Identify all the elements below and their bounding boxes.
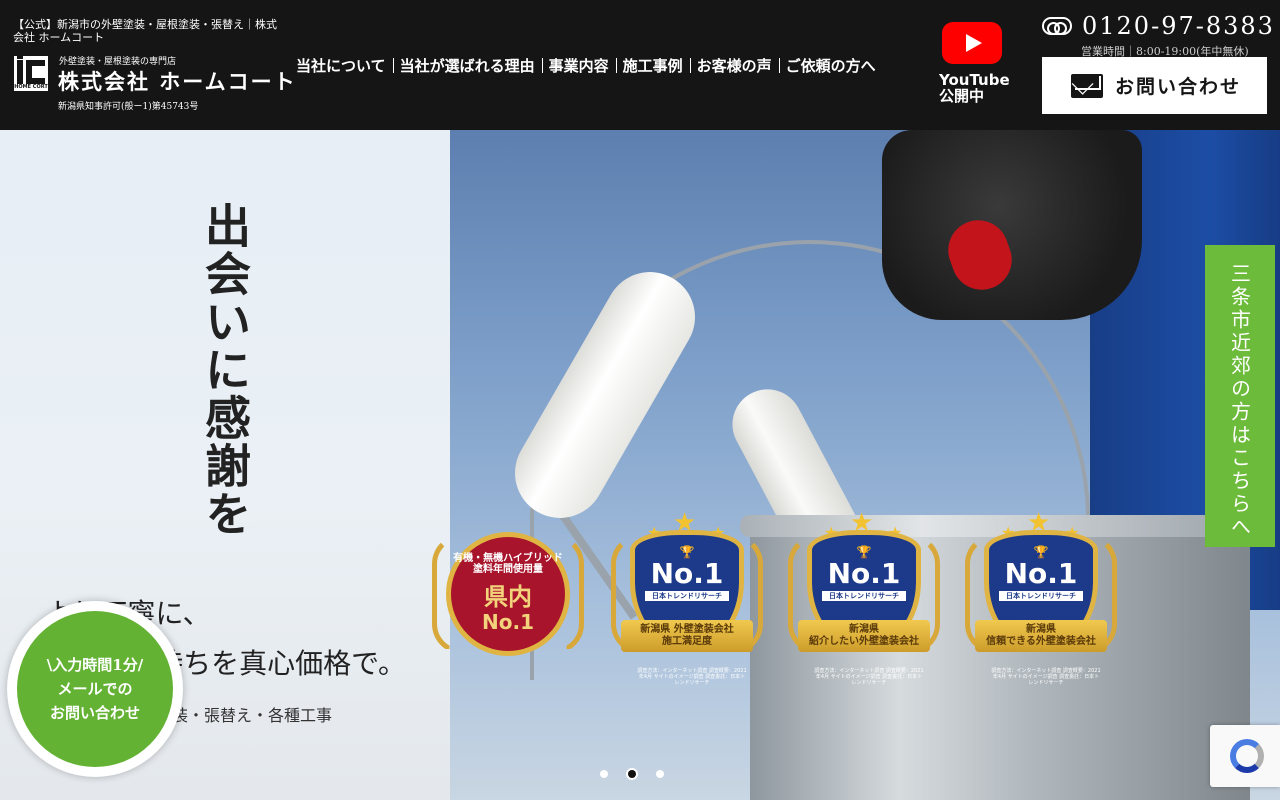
- award-badge-trust: ★ ★ ★ 🏆 No.1 日本トレンドリサーチ 新潟県 信頼できる外壁塗装会社 …: [961, 510, 1121, 686]
- site-header: 【公式】新潟市の外壁塗装・屋根塗装・張替え｜株式会社 ホームコート HOME C…: [0, 0, 1280, 130]
- cta-line-2: メールでの: [57, 680, 133, 698]
- badge-survey-note: 調査方法：インターネット調査 調査概要：2021年4月 サイトのイメージ調査 調…: [637, 668, 747, 686]
- hero-catchphrase: 出会いに感謝を: [198, 202, 252, 538]
- phone-number[interactable]: 0120-97-8383: [1082, 12, 1275, 40]
- company-name[interactable]: 株式会社 ホームコート: [58, 66, 297, 96]
- hero-slider: 出会いに感謝を より丁寧に、 そして気持ちを真心価格で。 外壁塗装・屋根塗装・張…: [0, 130, 1280, 800]
- badge-survey-note: 調査方法：インターネット調査 調査概要：2021年4月 サイトのイメージ調査 調…: [991, 668, 1101, 686]
- nav-works[interactable]: 施工事例: [615, 55, 690, 76]
- badge-emblem: 有機・無機ハイブリッド 塗料年間使用量 県内 No.1: [446, 532, 570, 656]
- sanjo-area-tab[interactable]: 三条市近郊の方はこちらへ: [1205, 245, 1275, 547]
- phone-number-block[interactable]: 0120-97-8383: [1042, 12, 1275, 40]
- company-logo-icon[interactable]: HOME CORT: [14, 56, 48, 91]
- badge-ribbon: 新潟県 信頼できる外壁塗装会社: [975, 620, 1107, 652]
- free-dial-icon: [1042, 17, 1072, 35]
- award-badge-usage: 有機・無機ハイブリッド 塗料年間使用量 県内 No.1: [428, 510, 588, 680]
- badge-ribbon: 新潟県 外壁塗装会社 施工満足度: [621, 620, 753, 652]
- mail-contact-cta[interactable]: \入力時間1分/ メールでの お問い合わせ: [7, 601, 183, 777]
- youtube-icon: [942, 22, 1002, 64]
- mail-icon: [1071, 73, 1103, 98]
- slider-pagination: [600, 770, 664, 778]
- nav-voices[interactable]: お客様の声: [689, 55, 779, 76]
- site-tagline: 【公式】新潟市の外壁塗装・屋根塗装・張替え｜株式会社 ホームコート: [13, 18, 277, 44]
- badge-survey-note: 調査方法：インターネット調査 調査概要：2021年4月 サイトのイメージ調査 調…: [814, 668, 924, 686]
- slide-dot-2[interactable]: [628, 770, 636, 778]
- slide-dot-3[interactable]: [656, 770, 664, 778]
- contact-button-label: お問い合わせ: [1115, 76, 1242, 98]
- recaptcha-icon: [1230, 739, 1264, 773]
- cta-line-3: お問い合わせ: [49, 704, 140, 722]
- badge-ribbon: 新潟県 紹介したい外壁塗装会社: [798, 620, 930, 652]
- nav-services[interactable]: 事業内容: [541, 55, 616, 76]
- slide-dot-1[interactable]: [600, 770, 608, 778]
- recaptcha-badge[interactable]: [1210, 725, 1280, 787]
- award-badge-satisfaction: ★ ★ ★ 🏆 No.1 日本トレンドリサーチ 新潟県 外壁塗装会社 施工満足度…: [607, 510, 767, 686]
- nav-about[interactable]: 当社について: [296, 55, 393, 76]
- hero-photo: [450, 130, 1280, 800]
- youtube-link[interactable]: YouTube 公開中: [936, 22, 1010, 112]
- youtube-label: YouTube 公開中: [939, 71, 1010, 105]
- main-nav: 当社について 当社が選ばれる理由 事業内容 施工事例 お客様の声 ご依頼の方へ: [296, 54, 883, 76]
- nav-reasons[interactable]: 当社が選ばれる理由: [392, 55, 542, 76]
- nav-request[interactable]: ご依頼の方へ: [778, 55, 883, 76]
- contact-button[interactable]: お問い合わせ: [1042, 57, 1267, 114]
- license-number: 新潟県知事許可(般ー1)第45743号: [58, 102, 199, 112]
- cta-line-1: \入力時間1分/: [46, 656, 144, 674]
- award-badge-recommend: ★ ★ ★ 🏆 No.1 日本トレンドリサーチ 新潟県 紹介したい外壁塗装会社 …: [784, 510, 944, 686]
